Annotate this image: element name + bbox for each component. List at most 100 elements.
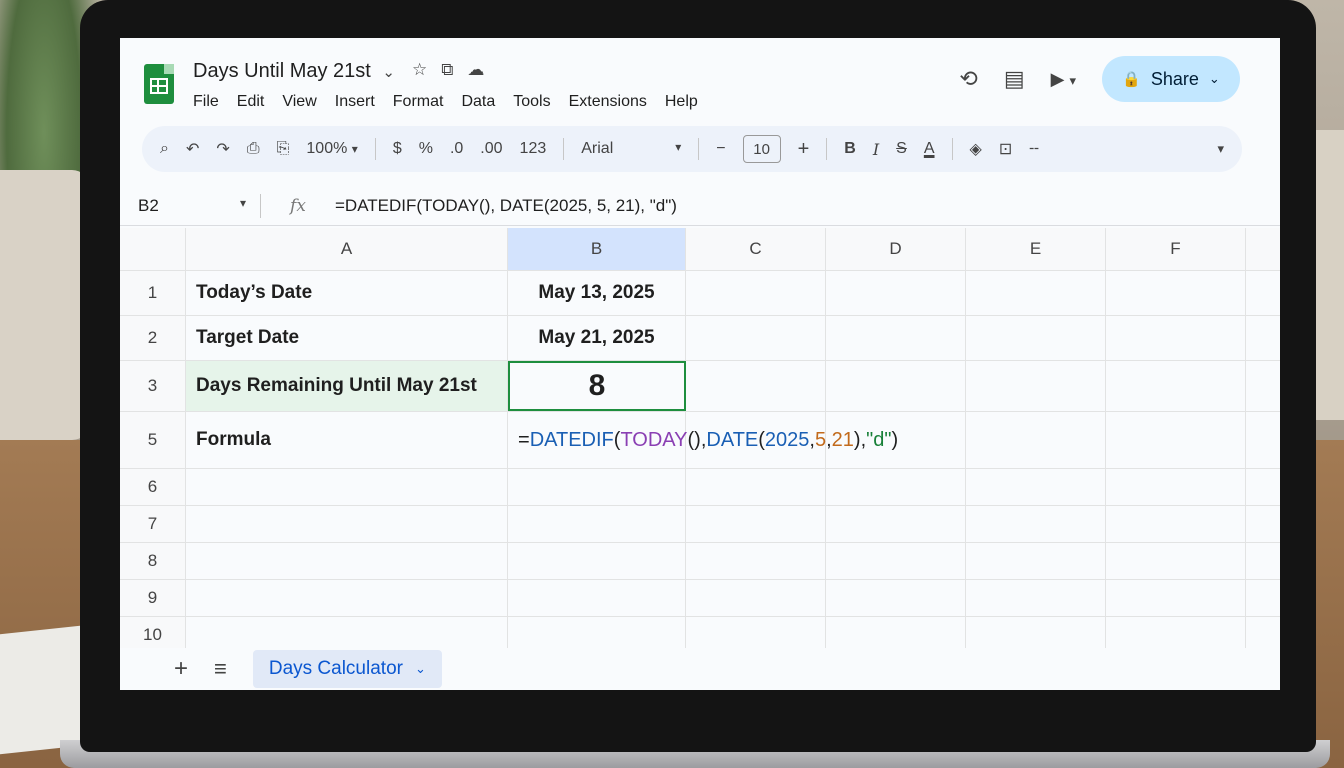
column-header-c[interactable]: C bbox=[686, 228, 826, 270]
empty-cell[interactable] bbox=[508, 543, 686, 579]
meet-icon[interactable]: ▶ ▾ bbox=[1051, 69, 1076, 90]
column-header-b[interactable]: B bbox=[508, 228, 686, 270]
empty-cell[interactable] bbox=[1106, 469, 1246, 505]
empty-cell[interactable] bbox=[826, 469, 966, 505]
empty-cell[interactable] bbox=[1106, 506, 1246, 542]
cell-a1[interactable]: Today’s Date bbox=[186, 271, 508, 315]
menu-item-format[interactable]: Format bbox=[393, 93, 444, 111]
empty-cell[interactable] bbox=[966, 506, 1106, 542]
row-header[interactable]: 8 bbox=[120, 543, 186, 579]
decrease-decimal-button[interactable]: .0 bbox=[450, 140, 463, 158]
select-all-corner[interactable] bbox=[120, 228, 186, 270]
empty-cell[interactable] bbox=[1246, 469, 1280, 505]
empty-cell[interactable] bbox=[186, 580, 508, 616]
cell-e2[interactable] bbox=[966, 316, 1106, 360]
sheets-logo-icon[interactable] bbox=[144, 64, 174, 104]
column-header-f[interactable]: F bbox=[1106, 228, 1246, 270]
column-header-a[interactable]: A bbox=[186, 228, 508, 270]
all-sheets-button[interactable]: ≡ bbox=[214, 656, 227, 682]
number-format-button[interactable]: 123 bbox=[520, 140, 547, 158]
empty-cell[interactable] bbox=[1246, 506, 1280, 542]
add-sheet-button[interactable]: + bbox=[174, 655, 188, 683]
menu-item-edit[interactable]: Edit bbox=[237, 93, 265, 111]
cell-g5[interactable] bbox=[1246, 412, 1280, 468]
empty-cell[interactable] bbox=[686, 469, 826, 505]
cell-a5[interactable]: Formula bbox=[186, 412, 508, 468]
menu-item-tools[interactable]: Tools bbox=[513, 93, 550, 111]
sheet-tab-active[interactable]: Days Calculator ⌄ bbox=[252, 650, 442, 688]
percent-button[interactable]: % bbox=[419, 140, 433, 158]
cell-b2[interactable]: May 21, 2025 bbox=[508, 316, 686, 360]
menu-item-insert[interactable]: Insert bbox=[335, 93, 375, 111]
cell-e3[interactable] bbox=[966, 361, 1106, 411]
cell-e5[interactable] bbox=[966, 412, 1106, 468]
undo-icon[interactable]: ↶ bbox=[186, 139, 199, 159]
font-size-increase[interactable]: + bbox=[798, 138, 810, 161]
increase-decimal-button[interactable]: .00 bbox=[480, 140, 502, 158]
empty-cell[interactable] bbox=[966, 580, 1106, 616]
cloud-status-icon[interactable]: ☁ bbox=[467, 60, 484, 80]
cell-d2[interactable] bbox=[826, 316, 966, 360]
empty-cell[interactable] bbox=[1246, 580, 1280, 616]
empty-cell[interactable] bbox=[826, 543, 966, 579]
empty-cell[interactable] bbox=[966, 469, 1106, 505]
print-icon[interactable]: ⎙ bbox=[247, 140, 260, 158]
row-header[interactable]: 9 bbox=[120, 580, 186, 616]
italic-button[interactable]: I bbox=[873, 140, 879, 159]
empty-cell[interactable] bbox=[1246, 543, 1280, 579]
empty-cell[interactable] bbox=[686, 543, 826, 579]
row-header[interactable]: 6 bbox=[120, 469, 186, 505]
cell-c1[interactable] bbox=[686, 271, 826, 315]
font-size-input[interactable]: 10 bbox=[742, 135, 781, 163]
column-header-e[interactable]: E bbox=[966, 228, 1106, 270]
font-select[interactable]: Arial ▾ bbox=[581, 140, 681, 158]
row-header[interactable]: 2 bbox=[120, 316, 186, 360]
cell-c3[interactable] bbox=[686, 361, 826, 411]
column-header-d[interactable]: D bbox=[826, 228, 966, 270]
cell-g1[interactable] bbox=[1246, 271, 1280, 315]
cell-g3[interactable] bbox=[1246, 361, 1280, 411]
empty-cell[interactable] bbox=[966, 543, 1106, 579]
cell-f3[interactable] bbox=[1106, 361, 1246, 411]
merge-icon[interactable]: ╌ bbox=[1029, 139, 1039, 159]
column-header-g[interactable] bbox=[1246, 228, 1280, 270]
strikethrough-button[interactable]: S bbox=[896, 140, 907, 158]
empty-cell[interactable] bbox=[508, 506, 686, 542]
menu-item-extensions[interactable]: Extensions bbox=[569, 93, 647, 111]
row-header[interactable]: 5 bbox=[120, 412, 186, 468]
document-title-text[interactable]: Days Until May 21st bbox=[193, 60, 371, 82]
empty-cell[interactable] bbox=[508, 469, 686, 505]
paint-format-icon[interactable]: ⎘ bbox=[277, 140, 290, 158]
cell-e1[interactable] bbox=[966, 271, 1106, 315]
row-header[interactable]: 7 bbox=[120, 506, 186, 542]
chevron-down-icon[interactable]: ⌄ bbox=[382, 64, 395, 81]
empty-cell[interactable] bbox=[186, 543, 508, 579]
empty-cell[interactable] bbox=[186, 469, 508, 505]
cell-d3[interactable] bbox=[826, 361, 966, 411]
document-title[interactable]: Days Until May 21st ⌄ bbox=[193, 60, 395, 83]
cell-f5[interactable] bbox=[1106, 412, 1246, 468]
cell-f1[interactable] bbox=[1106, 271, 1246, 315]
zoom-select[interactable]: 100% ▾ bbox=[306, 140, 357, 158]
more-options-chevron-icon[interactable]: ▾ bbox=[1217, 141, 1224, 157]
empty-cell[interactable] bbox=[1106, 543, 1246, 579]
borders-icon[interactable]: ⊡ bbox=[999, 139, 1012, 159]
bold-button[interactable]: B bbox=[844, 140, 856, 158]
cell-d1[interactable] bbox=[826, 271, 966, 315]
fill-color-icon[interactable]: ◈ bbox=[970, 139, 982, 159]
empty-cell[interactable] bbox=[826, 580, 966, 616]
share-button[interactable]: 🔒 Share ⌄ bbox=[1102, 56, 1240, 102]
cell-b1[interactable]: May 13, 2025 bbox=[508, 271, 686, 315]
name-box[interactable]: B2 ▾ bbox=[120, 196, 260, 216]
cell-g2[interactable] bbox=[1246, 316, 1280, 360]
menu-item-file[interactable]: File bbox=[193, 93, 219, 111]
move-folder-icon[interactable]: ⧉ bbox=[441, 60, 453, 80]
star-icon[interactable]: ☆ bbox=[412, 60, 427, 80]
comments-icon[interactable]: ▤ bbox=[1004, 66, 1025, 92]
redo-icon[interactable]: ↷ bbox=[216, 139, 229, 159]
row-header[interactable]: 1 bbox=[120, 271, 186, 315]
currency-button[interactable]: $ bbox=[393, 140, 402, 158]
formula-input[interactable]: =DATEDIF(TODAY(), DATE(2025, 5, 21), "d"… bbox=[335, 196, 677, 216]
version-history-icon[interactable]: ⟲ bbox=[959, 66, 977, 92]
menu-item-data[interactable]: Data bbox=[461, 93, 495, 111]
